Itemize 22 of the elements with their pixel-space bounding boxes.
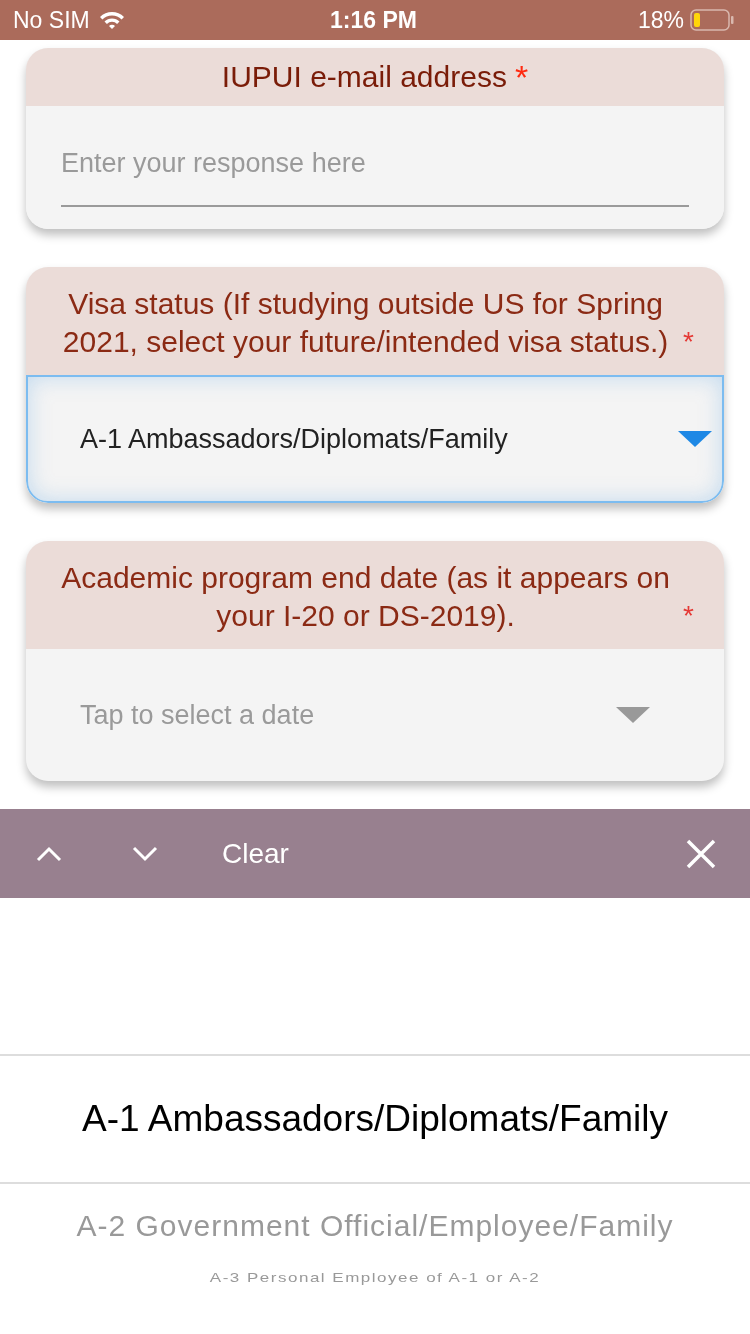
- picker-option[interactable]: A-3 Personal Employee of A-1 or A-2: [0, 1252, 750, 1286]
- battery-icon: [690, 9, 734, 31]
- chevron-up-icon[interactable]: [36, 845, 62, 862]
- question-title: IUPUI e-mail address: [221, 62, 507, 92]
- picker-option[interactable]: A-1 Ambassadors/Diplomats/Family: [0, 1056, 750, 1184]
- visa-dropdown[interactable]: A-1 Ambassadors/Diplomats/Family: [26, 375, 724, 503]
- required-asterisk: *: [514, 62, 529, 92]
- close-icon[interactable]: [686, 838, 716, 869]
- date-picker-field[interactable]: Tap to select a date: [26, 649, 724, 781]
- question-title: Visa status (If studying outside US for Spring 2021, select your future/intended visa status.): [61, 286, 670, 360]
- chevron-down-icon[interactable]: [132, 845, 158, 862]
- carrier-label: No SIM: [13, 6, 90, 34]
- dropdown-arrow-icon: [678, 431, 712, 447]
- required-asterisk: *: [683, 599, 694, 633]
- response-field[interactable]: Enter your response here: [26, 106, 724, 229]
- clock: 1:16 PM: [330, 6, 417, 34]
- dropdown-arrow-icon: [616, 707, 650, 723]
- clear-button[interactable]: Clear: [222, 837, 289, 870]
- picker-option[interactable]: A-2 Government Official/Employee/Family: [0, 1184, 750, 1246]
- battery-percent: 18%: [637, 6, 684, 34]
- required-asterisk: *: [683, 325, 694, 359]
- question-title: Academic program end date (as it appears on your I-20 or DS-2019).: [60, 560, 671, 634]
